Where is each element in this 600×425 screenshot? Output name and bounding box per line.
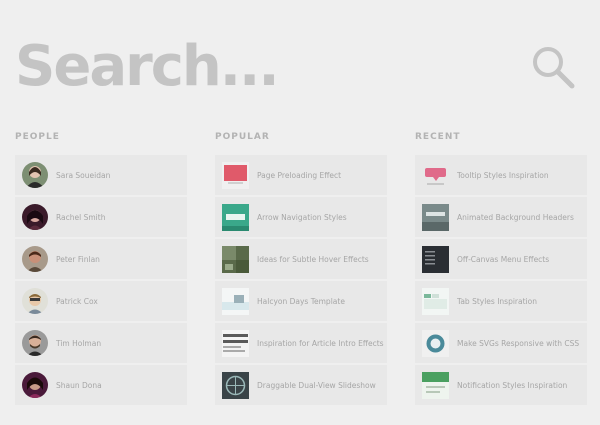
popular-item[interactable]: Ideas for Subtle Hover Effects xyxy=(215,239,387,279)
thumbnail xyxy=(222,161,249,189)
thumbnail-image xyxy=(222,203,249,231)
recent-item[interactable]: Make SVGs Responsive with CSS xyxy=(415,323,587,363)
people-item[interactable]: Peter Finlan xyxy=(15,239,187,279)
people-item-label: Patrick Cox xyxy=(56,296,98,306)
people-item[interactable]: Shaun Dona xyxy=(15,365,187,405)
popular-column: POPULAR Page Preloading Effect Arrow Nav… xyxy=(215,128,387,407)
thumbnail-image xyxy=(422,245,449,273)
thumbnail xyxy=(422,329,449,357)
popular-item-label: Arrow Navigation Styles xyxy=(257,212,347,222)
thumbnail xyxy=(222,287,249,315)
people-item-label: Shaun Dona xyxy=(56,380,102,390)
search-page: PEOPLE Sara Soueidan xyxy=(0,0,600,425)
thumbnail-image xyxy=(422,203,449,231)
thumbnail xyxy=(222,329,249,357)
popular-item-label: Draggable Dual-View Slideshow xyxy=(257,380,376,390)
popular-heading: POPULAR xyxy=(215,132,270,142)
search-input[interactable] xyxy=(15,30,515,102)
avatar-image xyxy=(22,246,48,272)
recent-item-label: Off-Canvas Menu Effects xyxy=(457,254,550,264)
recent-item[interactable]: Off-Canvas Menu Effects xyxy=(415,239,587,279)
thumbnail-image xyxy=(222,287,249,315)
avatar-image xyxy=(22,288,48,314)
recent-item-label: Tooltip Styles Inspiration xyxy=(457,170,549,180)
recent-heading: RECENT xyxy=(415,132,461,142)
avatar-image xyxy=(22,330,48,356)
thumbnail-image xyxy=(222,371,249,399)
recent-item-label: Animated Background Headers xyxy=(457,212,574,222)
thumbnail-image xyxy=(222,329,249,357)
thumbnail xyxy=(222,371,249,399)
people-item[interactable]: Tim Holman xyxy=(15,323,187,363)
avatar xyxy=(22,330,48,356)
recent-item-label: Make SVGs Responsive with CSS xyxy=(457,338,580,348)
recent-item[interactable]: Tooltip Styles Inspiration xyxy=(415,155,587,195)
thumbnail xyxy=(222,203,249,231)
recent-item-label: Tab Styles Inspiration xyxy=(457,296,537,306)
popular-item[interactable]: Inspiration for Article Intro Effects xyxy=(215,323,387,363)
popular-item[interactable]: Arrow Navigation Styles xyxy=(215,197,387,237)
thumbnail xyxy=(422,161,449,189)
people-column: PEOPLE Sara Soueidan Rachel Smith Peter … xyxy=(15,128,187,407)
people-item-label: Peter Finlan xyxy=(56,254,100,264)
thumbnail-image xyxy=(422,371,449,399)
people-item-label: Rachel Smith xyxy=(56,212,106,222)
popular-item[interactable]: Halcyon Days Template xyxy=(215,281,387,321)
popular-item-label: Page Preloading Effect xyxy=(257,170,342,180)
thumbnail-image xyxy=(422,287,449,315)
popular-item-label: Ideas for Subtle Hover Effects xyxy=(257,254,369,264)
people-item-label: Tim Holman xyxy=(56,338,102,348)
popular-item-label: Inspiration for Article Intro Effects xyxy=(257,338,384,348)
thumbnail xyxy=(422,203,449,231)
people-item[interactable]: Rachel Smith xyxy=(15,197,187,237)
avatar xyxy=(22,372,48,398)
avatar xyxy=(22,246,48,272)
avatar-image xyxy=(22,372,48,398)
search-icon[interactable] xyxy=(530,44,576,90)
thumbnail xyxy=(222,245,249,273)
popular-list: Page Preloading Effect Arrow Navigation … xyxy=(215,155,387,405)
avatar xyxy=(22,162,48,188)
recent-column: RECENT Tooltip Styles Inspiration Animat… xyxy=(415,128,587,407)
popular-item[interactable]: Draggable Dual-View Slideshow xyxy=(215,365,387,405)
avatar xyxy=(22,204,48,230)
thumbnail-image xyxy=(222,245,249,273)
thumbnail xyxy=(422,287,449,315)
recent-item[interactable]: Notification Styles Inspiration xyxy=(415,365,587,405)
recent-list: Tooltip Styles Inspiration Animated Back… xyxy=(415,155,587,405)
avatar-image xyxy=(22,204,48,230)
recent-item[interactable]: Animated Background Headers xyxy=(415,197,587,237)
thumbnail-image xyxy=(422,161,449,189)
thumbnail xyxy=(422,245,449,273)
avatar-image xyxy=(22,162,48,188)
people-item[interactable]: Sara Soueidan xyxy=(15,155,187,195)
recent-item[interactable]: Tab Styles Inspiration xyxy=(415,281,587,321)
people-list: Sara Soueidan Rachel Smith Peter Finlan … xyxy=(15,155,187,405)
recent-item-label: Notification Styles Inspiration xyxy=(457,380,568,390)
popular-item-label: Halcyon Days Template xyxy=(257,296,345,306)
thumbnail xyxy=(422,371,449,399)
people-heading: PEOPLE xyxy=(15,132,60,142)
avatar xyxy=(22,288,48,314)
thumbnail-image xyxy=(222,161,249,189)
people-item-label: Sara Soueidan xyxy=(56,170,111,180)
people-item[interactable]: Patrick Cox xyxy=(15,281,187,321)
thumbnail-image xyxy=(422,329,449,357)
popular-item[interactable]: Page Preloading Effect xyxy=(215,155,387,195)
